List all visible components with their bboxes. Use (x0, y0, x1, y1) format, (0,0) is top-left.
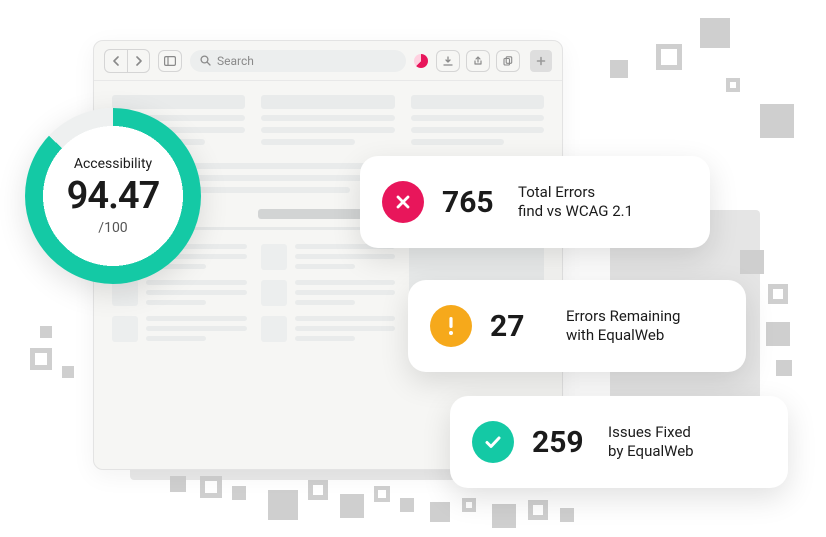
new-tab-button[interactable] (530, 50, 552, 72)
metric-count: 765 (442, 185, 500, 220)
metric-line2: by EqualWeb (608, 442, 694, 461)
plus-icon (536, 56, 546, 66)
metric-line1: Errors Remaining (566, 307, 680, 325)
deco-square (30, 348, 52, 370)
deco-square (40, 326, 52, 338)
deco-square (430, 502, 450, 522)
error-icon (382, 181, 424, 223)
pie-chart-icon[interactable] (414, 54, 428, 68)
chevron-left-icon (112, 56, 120, 66)
metric-line1: Issues Fixed (608, 423, 691, 441)
x-icon (394, 193, 412, 211)
copy-icon (503, 56, 513, 66)
deco-square (656, 44, 682, 70)
deco-square (462, 498, 476, 512)
forward-button[interactable] (127, 50, 149, 72)
browser-titlebar: Search (94, 41, 562, 81)
deco-square (492, 504, 516, 528)
deco-square (610, 60, 628, 78)
deco-square (726, 78, 740, 92)
metric-text: Issues Fixed by EqualWeb (608, 423, 694, 461)
chevron-right-icon (135, 56, 143, 66)
share-icon (473, 56, 483, 66)
copy-button[interactable] (496, 50, 520, 72)
address-searchbar[interactable]: Search (190, 50, 406, 72)
nav-arrow-group (104, 49, 150, 73)
metric-count: 259 (532, 425, 590, 460)
deco-square (700, 18, 730, 48)
metric-text: Total Errors find vs WCAG 2.1 (518, 183, 633, 221)
exclamation-icon (447, 315, 455, 337)
sidebar-icon (164, 56, 176, 66)
deco-square (340, 494, 364, 518)
metric-line2: find vs WCAG 2.1 (518, 202, 633, 221)
share-button[interactable] (466, 50, 490, 72)
search-icon (200, 55, 211, 66)
deco-square (308, 480, 328, 500)
download-icon (443, 56, 453, 66)
deco-square (768, 284, 788, 304)
accessibility-score-ring: Accessibility 94.47 /100 (25, 108, 201, 284)
deco-square (400, 498, 414, 512)
search-placeholder-text: Search (217, 54, 254, 68)
deco-square (528, 500, 548, 520)
metric-text: Errors Remaining with EqualWeb (566, 307, 680, 345)
metric-count: 27 (490, 309, 548, 344)
score-value: 94.47 (67, 174, 160, 218)
metric-line1: Total Errors (518, 183, 595, 201)
metric-line2: with EqualWeb (566, 326, 680, 345)
score-label: Accessibility (74, 156, 152, 172)
success-icon (472, 421, 514, 463)
sidebar-toggle-button[interactable] (158, 50, 182, 72)
download-button[interactable] (436, 50, 460, 72)
deco-square (62, 366, 74, 378)
warning-icon (430, 305, 472, 347)
metric-issues-fixed: 259 Issues Fixed by EqualWeb (450, 396, 788, 488)
deco-square (560, 508, 574, 522)
metric-errors-remaining: 27 Errors Remaining with EqualWeb (408, 280, 746, 372)
score-max: /100 (98, 220, 127, 236)
deco-square (232, 486, 246, 500)
deco-square (766, 322, 790, 346)
deco-square (374, 486, 390, 502)
check-icon (483, 432, 503, 452)
deco-square (760, 104, 794, 138)
back-button[interactable] (105, 50, 127, 72)
deco-square (268, 490, 298, 520)
deco-square (776, 360, 792, 376)
metric-total-errors: 765 Total Errors find vs WCAG 2.1 (360, 156, 710, 248)
